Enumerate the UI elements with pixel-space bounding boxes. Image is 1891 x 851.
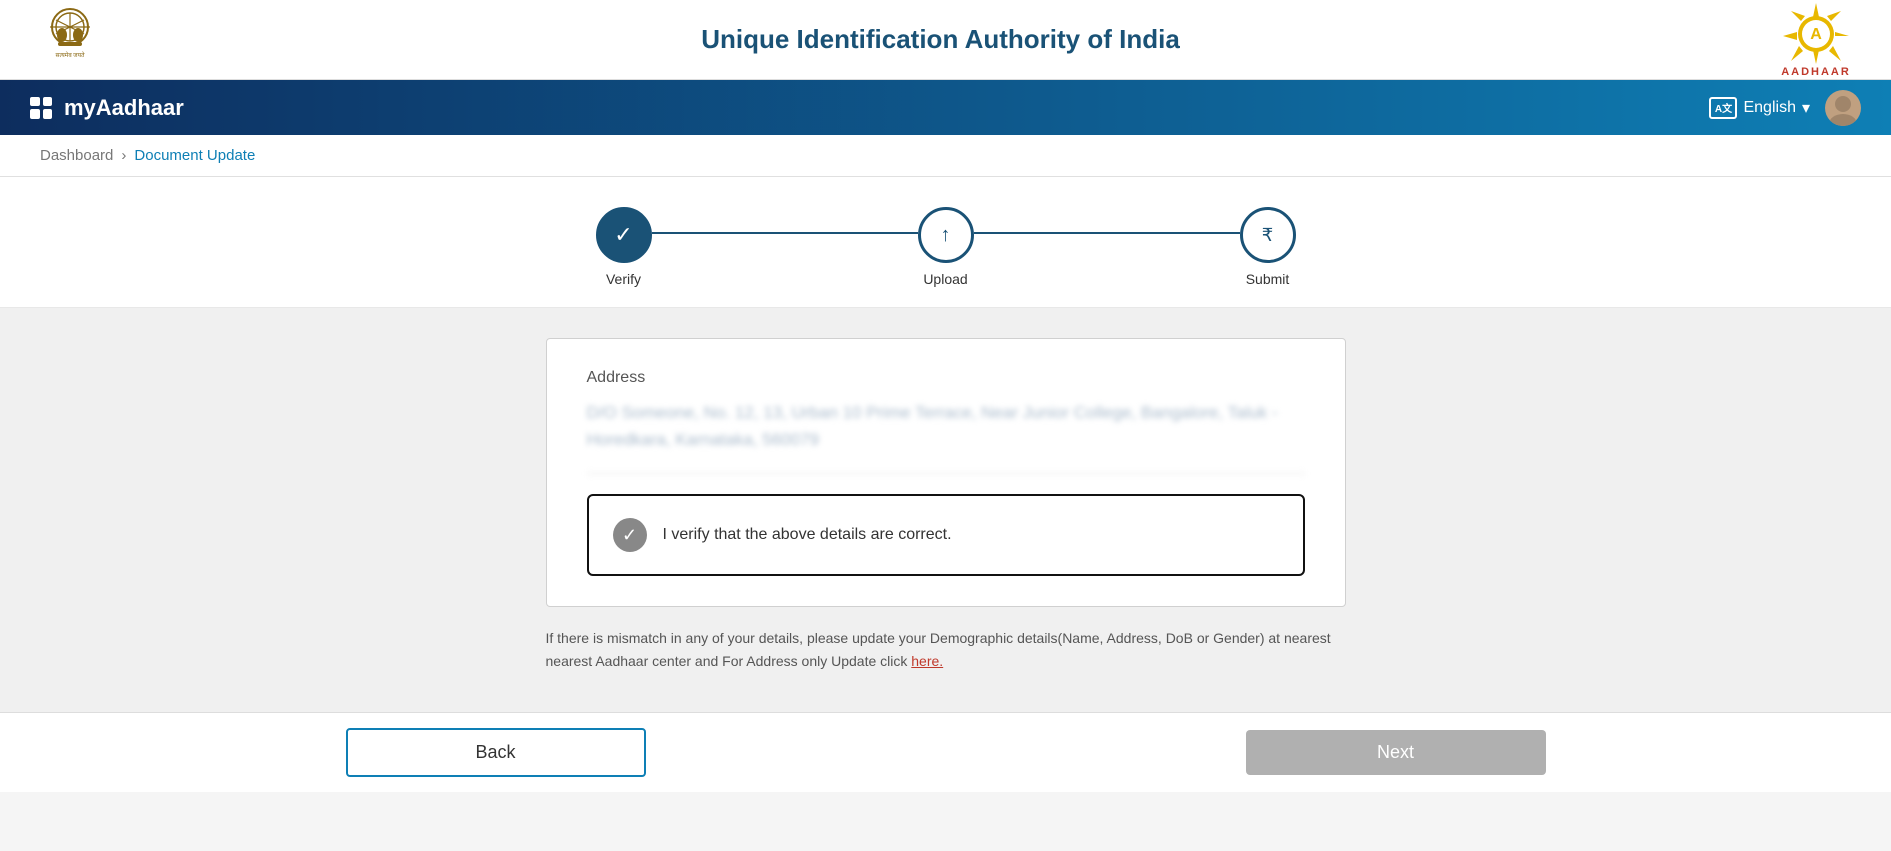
- page-title: Unique Identification Authority of India: [100, 24, 1781, 55]
- brand-name: myAadhaar: [64, 95, 184, 121]
- back-button[interactable]: Back: [346, 728, 646, 777]
- top-header: सत्यमेव जयते Unique Identification Autho…: [0, 0, 1891, 80]
- mismatch-notice: If there is mismatch in any of your deta…: [546, 627, 1346, 672]
- progress-section: ✓ Verify ↑ Upload ₹ Submit: [0, 177, 1891, 308]
- step-upload: ↑ Upload: [918, 207, 974, 287]
- address-label: Address: [587, 369, 1305, 387]
- navbar: myAadhaar A文 English ▾: [0, 80, 1891, 135]
- breadcrumb-current: Document Update: [134, 147, 255, 164]
- step-line-1: [652, 232, 918, 234]
- verify-text: I verify that the above details are corr…: [663, 526, 952, 544]
- breadcrumb: Dashboard › Document Update: [0, 135, 1891, 177]
- step-verify: ✓ Verify: [596, 207, 652, 287]
- step-submit-circle: ₹: [1240, 207, 1296, 263]
- avatar-icon: [1825, 90, 1861, 126]
- step-verify-circle: ✓: [596, 207, 652, 263]
- svg-text:A: A: [1810, 26, 1822, 43]
- step-upload-label: Upload: [923, 271, 967, 287]
- checkbox-icon: ✓: [613, 518, 647, 552]
- steps-container: ✓ Verify ↑ Upload ₹ Submit: [596, 207, 1296, 287]
- aadhaar-logo: A AADHAAR: [1781, 1, 1851, 78]
- step-verify-label: Verify: [606, 271, 641, 287]
- language-selector[interactable]: A文 English ▾: [1709, 97, 1810, 119]
- step-submit: ₹ Submit: [1240, 207, 1296, 287]
- svg-text:सत्यमेव जयते: सत्यमेव जयते: [55, 51, 85, 59]
- aadhaar-text: AADHAAR: [1781, 66, 1851, 78]
- nav-brand: myAadhaar: [30, 95, 184, 121]
- address-card: Address D/O Someone, No. 12, 13, Urban 1…: [546, 338, 1346, 607]
- verify-box[interactable]: ✓ I verify that the above details are co…: [587, 494, 1305, 576]
- language-label: English: [1743, 99, 1795, 117]
- step-line-2: [974, 232, 1240, 234]
- next-button[interactable]: Next: [1246, 730, 1546, 775]
- aadhaar-sun-icon: A: [1781, 1, 1851, 66]
- mismatch-link[interactable]: here.: [911, 653, 943, 669]
- user-avatar[interactable]: [1825, 90, 1861, 126]
- step-submit-label: Submit: [1246, 271, 1290, 287]
- breadcrumb-dashboard: Dashboard: [40, 147, 113, 164]
- breadcrumb-arrow: ›: [121, 147, 126, 164]
- footer-bar: Back Next: [0, 712, 1891, 792]
- address-text: D/O Someone, No. 12, 13, Urban 10 Prime …: [587, 399, 1305, 474]
- step-upload-circle: ↑: [918, 207, 974, 263]
- emblem-logo: सत्यमेव जयते: [40, 5, 100, 75]
- nav-right: A文 English ▾: [1709, 90, 1861, 126]
- language-icon: A文: [1709, 97, 1737, 119]
- grid-icon: [30, 97, 52, 119]
- emblem-icon: सत्यमेव जयते: [40, 5, 100, 75]
- main-content: Address D/O Someone, No. 12, 13, Urban 1…: [0, 308, 1891, 712]
- chevron-down-icon: ▾: [1802, 98, 1810, 118]
